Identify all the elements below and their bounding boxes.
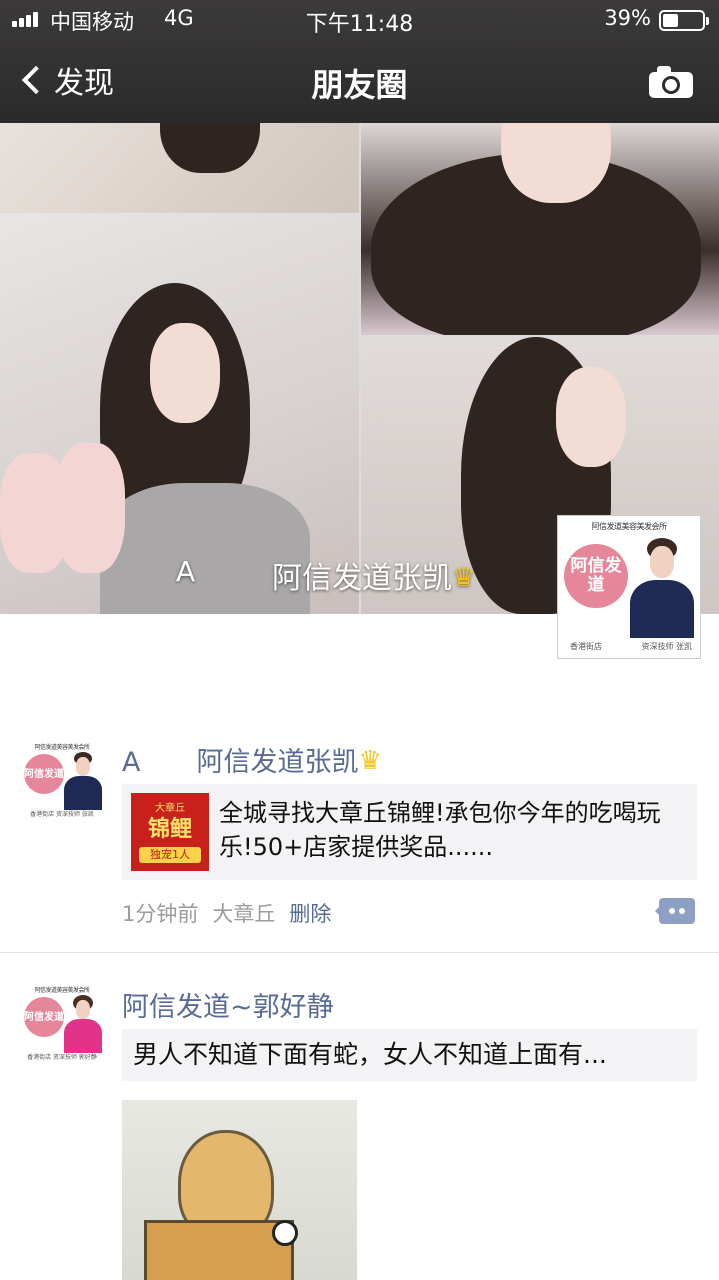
- comment-icon[interactable]: [655, 898, 695, 924]
- avatar-person: [64, 752, 102, 810]
- post-time: 1分钟前: [122, 902, 199, 926]
- crown-icon: ♛: [358, 746, 382, 776]
- page-title: 朋友圈: [311, 66, 408, 104]
- avatar-logo: 阿信发道: [564, 544, 628, 608]
- top-bar: 中国移动 4G 下午11:48 39% 发现 朋友圈: [0, 0, 719, 123]
- avatar-header: 阿信发道美容美发会所: [591, 522, 668, 531]
- post-user-name: 阿信发道~郭好静: [122, 992, 334, 1023]
- avatar-person: [64, 995, 102, 1053]
- cover-owner-name-text: 阿信发道张凯: [272, 561, 452, 596]
- avatar-logo: 阿信发道: [24, 997, 64, 1037]
- post-image[interactable]: [122, 1100, 357, 1280]
- avatar-header: 阿信发道美容美发会所: [34, 987, 90, 993]
- post-user-name: 阿信发道张凯: [196, 747, 359, 778]
- avatar-header: 阿信发道美容美发会所: [34, 744, 90, 750]
- avatar-footer: 香港街店 资深技师 郭好静: [27, 1054, 97, 1061]
- cover-owner-initial: A: [176, 555, 196, 588]
- divider: [0, 952, 719, 953]
- nav-bar: 发现 朋友圈: [0, 44, 719, 120]
- avatar-logo: 阿信发道: [24, 754, 64, 794]
- post-text[interactable]: 男人不知道下面有蛇，女人不知道上面有...: [122, 1029, 697, 1081]
- cover-owner-name[interactable]: 阿信发道张凯♛: [272, 553, 475, 597]
- link-thumbnail: 大章丘 锦鲤 独宠1人: [131, 793, 209, 871]
- post-user-initial: A: [122, 747, 141, 778]
- cover-collage-top-left: [0, 123, 359, 213]
- post-username[interactable]: 阿信发道~郭好静: [122, 985, 334, 1024]
- camera-icon[interactable]: [649, 66, 693, 98]
- post-location[interactable]: 大章丘: [212, 902, 275, 926]
- cover-collage-top-right: [361, 123, 719, 335]
- crown-icon: ♛: [452, 563, 476, 593]
- post-meta: 1分钟前 大章丘 删除: [122, 898, 331, 928]
- avatar-footer: 香港街店 资深技师 张凯: [30, 811, 94, 818]
- battery-percent: 39%: [604, 6, 651, 30]
- post-username[interactable]: A 阿信发道张凯♛: [122, 740, 382, 779]
- link-title: 全城寻找大章丘锦鲤!承包你今年的吃喝玩乐!50+店家提供奖品......: [219, 799, 661, 861]
- thumb-main-text: 锦鲤: [147, 817, 192, 842]
- avatar-person: [630, 538, 694, 638]
- post-avatar[interactable]: 阿信发道美容美发会所 阿信发道 香港街店 资深技师 郭好静: [22, 983, 102, 1063]
- thumb-bottom-text: 独宠1人: [139, 847, 201, 863]
- shared-link-card[interactable]: 大章丘 锦鲤 独宠1人 全城寻找大章丘锦鲤!承包你今年的吃喝玩乐!50+店家提供…: [122, 784, 697, 880]
- avatar-footer-right: 资深技师 张凯: [641, 642, 692, 651]
- post-avatar[interactable]: 阿信发道美容美发会所 阿信发道 香港街店 资深技师 张凯: [22, 740, 102, 820]
- cover-avatar[interactable]: 阿信发道美容美发会所 阿信发道 香港街店 资深技师 张凯: [557, 515, 701, 659]
- status-bar: 中国移动 4G 下午11:48 39%: [0, 0, 719, 40]
- battery-icon: [659, 10, 709, 31]
- delete-link[interactable]: 删除: [289, 902, 331, 926]
